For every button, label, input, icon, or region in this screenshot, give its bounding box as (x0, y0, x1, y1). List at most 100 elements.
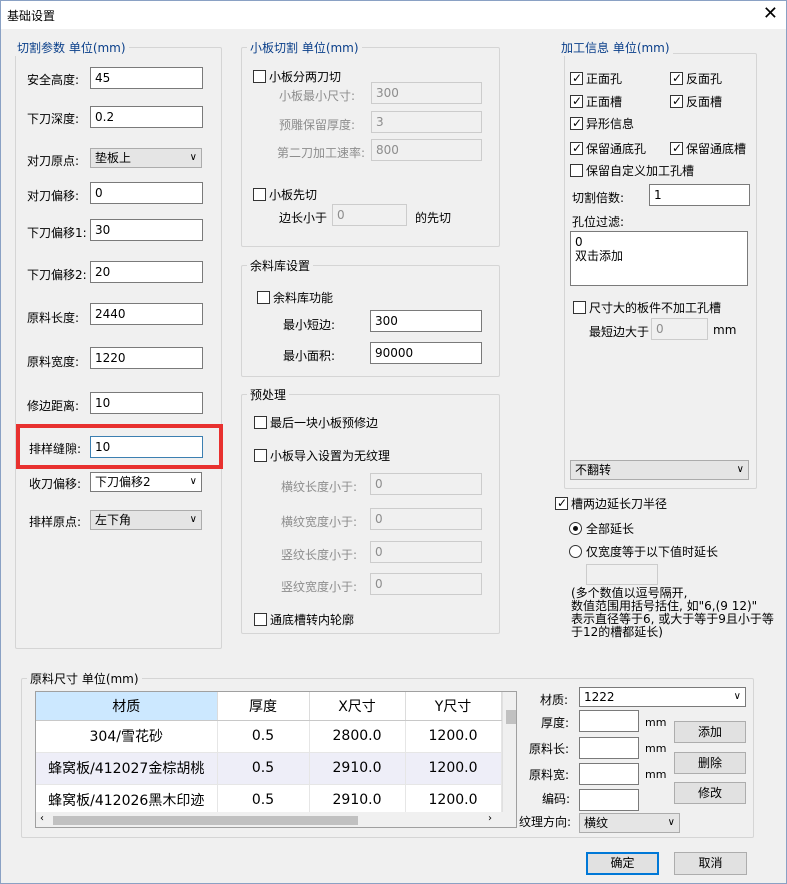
groove-contour-label: 通底槽转内轮廓 (270, 613, 355, 627)
raw-length-label: 原料长度: (27, 311, 80, 325)
remnant-min-short-label: 最小短边: (283, 318, 336, 332)
keep-through-hole-checkbox[interactable]: 保留通底孔 (570, 140, 646, 157)
back-groove-checkbox[interactable]: 反面槽 (670, 93, 722, 110)
groove-contour-checkbox[interactable]: 通底槽转内轮廓 (254, 611, 354, 628)
extend-width-radio[interactable]: 仅宽度等于以下值时延长 (569, 543, 718, 560)
table-row[interactable]: 蜂窝板/412027金棕胡桃 0.5 2910.0 1200.0 (36, 752, 502, 785)
code-input[interactable] (579, 789, 639, 811)
raw-length-input[interactable]: 2440 (90, 303, 203, 325)
remnant-min-area-input[interactable]: 90000 (370, 342, 482, 364)
chevron-down-icon: ∨ (733, 691, 741, 702)
layout-origin-select[interactable]: 左下角 ∨ (90, 510, 202, 530)
flip-select[interactable]: 不翻转 ∨ (570, 460, 749, 480)
h-length-input[interactable]: 0 (370, 473, 482, 495)
edge-length-input[interactable]: 0 (332, 204, 407, 226)
table-row[interactable]: 304/雪花砂 0.5 2800.0 1200.0 (36, 720, 502, 753)
first-cut-checkbox[interactable]: 小板先切 (253, 186, 317, 203)
texture-direction-select[interactable]: 横纹 ∨ (579, 813, 680, 833)
extend-width-input[interactable] (586, 564, 658, 585)
radio-dot (569, 522, 582, 535)
vertical-scrollbar[interactable] (502, 692, 516, 812)
column-header[interactable]: X尺寸 (309, 692, 406, 721)
modify-button[interactable]: 修改 (674, 782, 746, 804)
cancel-button[interactable]: 取消 (674, 852, 747, 875)
flip-value: 不翻转 (575, 463, 612, 477)
checkbox-box (257, 291, 270, 304)
second-speed-label: 第二刀加工速率: (277, 146, 366, 160)
hole-filter-list[interactable]: 0 双击添加 (570, 231, 748, 286)
no-texture-checkbox[interactable]: 小板导入设置为无纹理 (254, 447, 390, 464)
v-width-input[interactable]: 0 (370, 573, 482, 595)
chevron-down-icon: ∨ (736, 464, 744, 475)
groove-extend-checkbox[interactable]: 槽两边延长刀半径 (555, 495, 667, 512)
raw-width-form-input[interactable] (579, 763, 639, 785)
column-header[interactable]: Y尺寸 (405, 692, 502, 721)
checkbox-box (573, 301, 586, 314)
scroll-thumb[interactable] (506, 710, 516, 724)
checkbox-box (670, 93, 683, 109)
back-hole-checkbox[interactable]: 反面孔 (670, 70, 722, 87)
split-cut-checkbox[interactable]: 小板分两刀切 (253, 68, 341, 85)
delete-button[interactable]: 删除 (674, 752, 746, 774)
h-length-label: 横纹长度小于: (281, 480, 358, 494)
layout-gap-input[interactable]: 10 (90, 436, 203, 458)
layout-gap-label: 排样缝隙: (29, 442, 82, 456)
extend-all-radio[interactable]: 全部延长 (569, 520, 634, 537)
min-short-edge-label: 最短边大于 (589, 325, 650, 339)
cut-depth-input[interactable]: 0.2 (90, 106, 203, 128)
note-line: 于12的槽都延长) (571, 625, 663, 639)
chevron-down-icon: ∨ (189, 152, 197, 163)
second-speed-input[interactable]: 800 (371, 139, 482, 161)
raw-width-input[interactable]: 1220 (90, 347, 203, 369)
keep-through-hole-label: 保留通底孔 (586, 142, 647, 156)
tool-offset-input[interactable]: 0 (90, 182, 203, 204)
scroll-left-icon[interactable]: ‹ (40, 813, 44, 824)
column-header[interactable]: 厚度 (217, 692, 310, 721)
scroll-right-icon[interactable]: › (488, 813, 492, 824)
trim-distance-input[interactable]: 10 (90, 392, 203, 414)
small-cut-title: 小板切割 单位(mm) (247, 39, 362, 56)
h-width-label: 横纹宽度小于: (281, 515, 358, 529)
remnant-enable-checkbox[interactable]: 余料库功能 (257, 289, 333, 306)
texture-direction-value: 横纹 (584, 816, 609, 830)
v-width-label: 竖纹宽度小于: (281, 580, 358, 594)
cut-offset2-input[interactable]: 20 (90, 261, 203, 283)
cut-offset1-input[interactable]: 30 (90, 219, 203, 241)
retract-offset-select[interactable]: 下刀偏移2 ∨ (90, 472, 202, 492)
checkbox-box (253, 70, 266, 83)
material-table-container: 材质 厚度 X尺寸 Y尺寸 304/雪花砂 0.5 2800.0 1200.0 … (35, 691, 517, 828)
v-length-input[interactable]: 0 (370, 541, 482, 563)
h-width-input[interactable]: 0 (370, 508, 482, 530)
thickness-input[interactable] (579, 710, 639, 732)
front-hole-checkbox[interactable]: 正面孔 (570, 70, 622, 87)
cut-multiple-input[interactable]: 1 (649, 184, 750, 206)
special-shape-checkbox[interactable]: 异形信息 (570, 115, 634, 132)
remnant-min-area-label: 最小面积: (283, 349, 336, 363)
keep-through-groove-checkbox[interactable]: 保留通底槽 (670, 140, 746, 157)
retract-offset-label: 收刀偏移: (29, 477, 82, 491)
ok-button[interactable]: 确定 (586, 852, 659, 875)
checkbox-box (570, 115, 583, 131)
preprocess-title: 预处理 (247, 386, 290, 403)
big-board-checkbox[interactable]: 尺寸大的板件不加工孔槽 (573, 299, 721, 316)
keep-custom-checkbox[interactable]: 保留自定义加工孔槽 (570, 162, 694, 179)
safe-height-input[interactable]: 45 (90, 67, 203, 89)
min-short-edge-input[interactable]: 0 (651, 318, 708, 340)
edge-suffix-label: 的先切 (415, 211, 452, 225)
remnant-min-short-input[interactable]: 300 (370, 310, 482, 332)
raw-width-form-label: 原料宽: (529, 768, 570, 782)
min-size-input[interactable]: 300 (371, 82, 482, 104)
front-groove-checkbox[interactable]: 正面槽 (570, 93, 622, 110)
close-icon[interactable]: ✕ (763, 4, 778, 24)
horizontal-scrollbar[interactable]: ‹ › (36, 812, 516, 827)
hole-filter-label: 孔位过滤: (572, 215, 625, 229)
scroll-thumb[interactable] (53, 816, 358, 825)
last-trim-checkbox[interactable]: 最后一块小板预修边 (254, 414, 378, 431)
add-button[interactable]: 添加 (674, 721, 746, 743)
front-hole-label: 正面孔 (586, 72, 623, 86)
tool-origin-select[interactable]: 垫板上 ∨ (90, 148, 202, 168)
raw-length-form-input[interactable] (579, 737, 639, 759)
reserve-input[interactable]: 3 (371, 111, 482, 133)
column-header[interactable]: 材质 (36, 692, 218, 721)
material-select[interactable]: 1222 ∨ (579, 687, 746, 707)
